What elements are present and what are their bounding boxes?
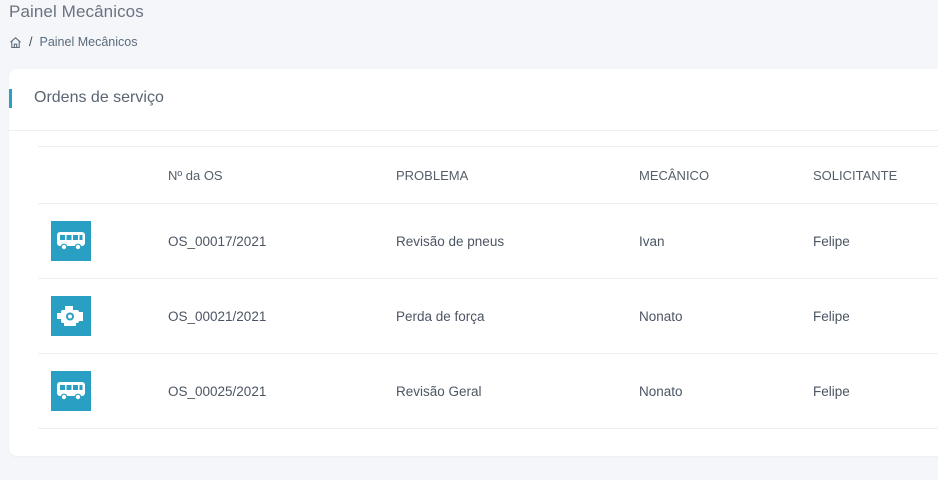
page-title: Painel Mecânicos: [9, 2, 144, 21]
column-header-os: Nº da OS: [168, 167, 223, 183]
os-number: OS_00025/2021: [168, 383, 267, 399]
os-number: OS_00017/2021: [168, 233, 267, 249]
requester-name: Felipe: [813, 233, 850, 249]
table-row[interactable]: OS_00017/2021 Revisão de pneus Ivan Feli…: [38, 204, 938, 279]
requester-name: Felipe: [813, 383, 850, 399]
service-orders-table: Nº da OS PROBLEMA MECÂNICO SOLICITANTE O…: [38, 146, 938, 429]
vehicle-cell: [51, 204, 91, 278]
vehicle-cell: [51, 354, 91, 428]
table-header-row: Nº da OS PROBLEMA MECÂNICO SOLICITANTE: [38, 146, 938, 204]
column-header-solicitante: SOLICITANTE: [813, 167, 898, 183]
home-icon[interactable]: [9, 36, 22, 49]
bus-icon: [51, 371, 91, 411]
column-header-mecanico: MECÂNICO: [639, 167, 710, 183]
breadcrumb-separator: /: [29, 35, 33, 49]
problem-text: Perda de força: [396, 308, 485, 324]
engine-icon: [51, 296, 91, 336]
card-title: Ordens de serviço: [34, 89, 164, 106]
breadcrumb: / Painel Mecânicos: [9, 35, 137, 49]
breadcrumb-current[interactable]: Painel Mecânicos: [39, 35, 137, 49]
mechanic-name: Nonato: [639, 308, 683, 324]
requester-name: Felipe: [813, 308, 850, 324]
bus-icon: [51, 221, 91, 261]
card-header: Ordens de serviço: [9, 69, 938, 131]
problem-text: Revisão Geral: [396, 383, 482, 399]
card-header-accent: [9, 89, 12, 108]
mechanic-name: Ivan: [639, 233, 665, 249]
column-header-problema: PROBLEMA: [396, 167, 469, 183]
table-row[interactable]: OS_00021/2021 Perda de força Nonato Feli…: [38, 279, 938, 354]
os-number: OS_00021/2021: [168, 308, 267, 324]
service-orders-card: Ordens de serviço Nº da OS PROBLEMA MECÂ…: [9, 69, 938, 456]
table-row[interactable]: OS_00025/2021 Revisão Geral Nonato Felip…: [38, 354, 938, 429]
problem-text: Revisão de pneus: [396, 233, 505, 249]
vehicle-cell: [51, 279, 91, 353]
mechanic-name: Nonato: [639, 383, 683, 399]
